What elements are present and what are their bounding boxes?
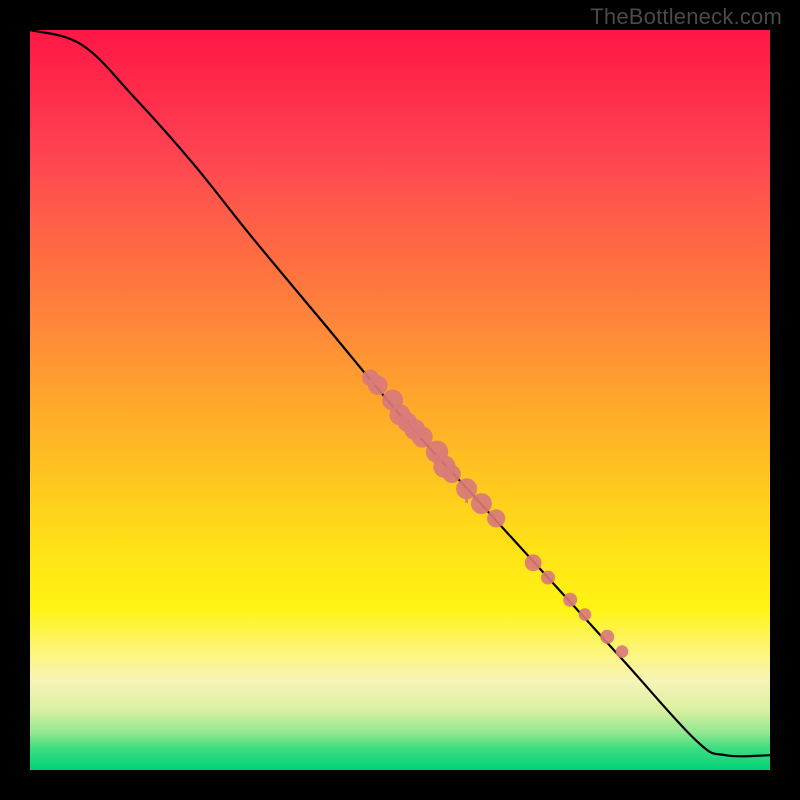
data-marker bbox=[471, 493, 492, 514]
data-marker bbox=[525, 554, 542, 571]
watermark-text: TheBottleneck.com bbox=[590, 4, 782, 30]
data-markers bbox=[362, 369, 628, 657]
marker-drip bbox=[465, 489, 468, 503]
data-marker bbox=[579, 608, 592, 621]
data-marker bbox=[487, 509, 505, 527]
data-marker bbox=[600, 630, 614, 644]
plot-area bbox=[30, 30, 770, 770]
data-marker bbox=[563, 593, 577, 607]
data-marker bbox=[541, 571, 555, 585]
data-marker bbox=[443, 465, 461, 483]
data-marker bbox=[368, 375, 388, 395]
data-marker bbox=[616, 645, 629, 658]
chart-svg bbox=[30, 30, 770, 770]
